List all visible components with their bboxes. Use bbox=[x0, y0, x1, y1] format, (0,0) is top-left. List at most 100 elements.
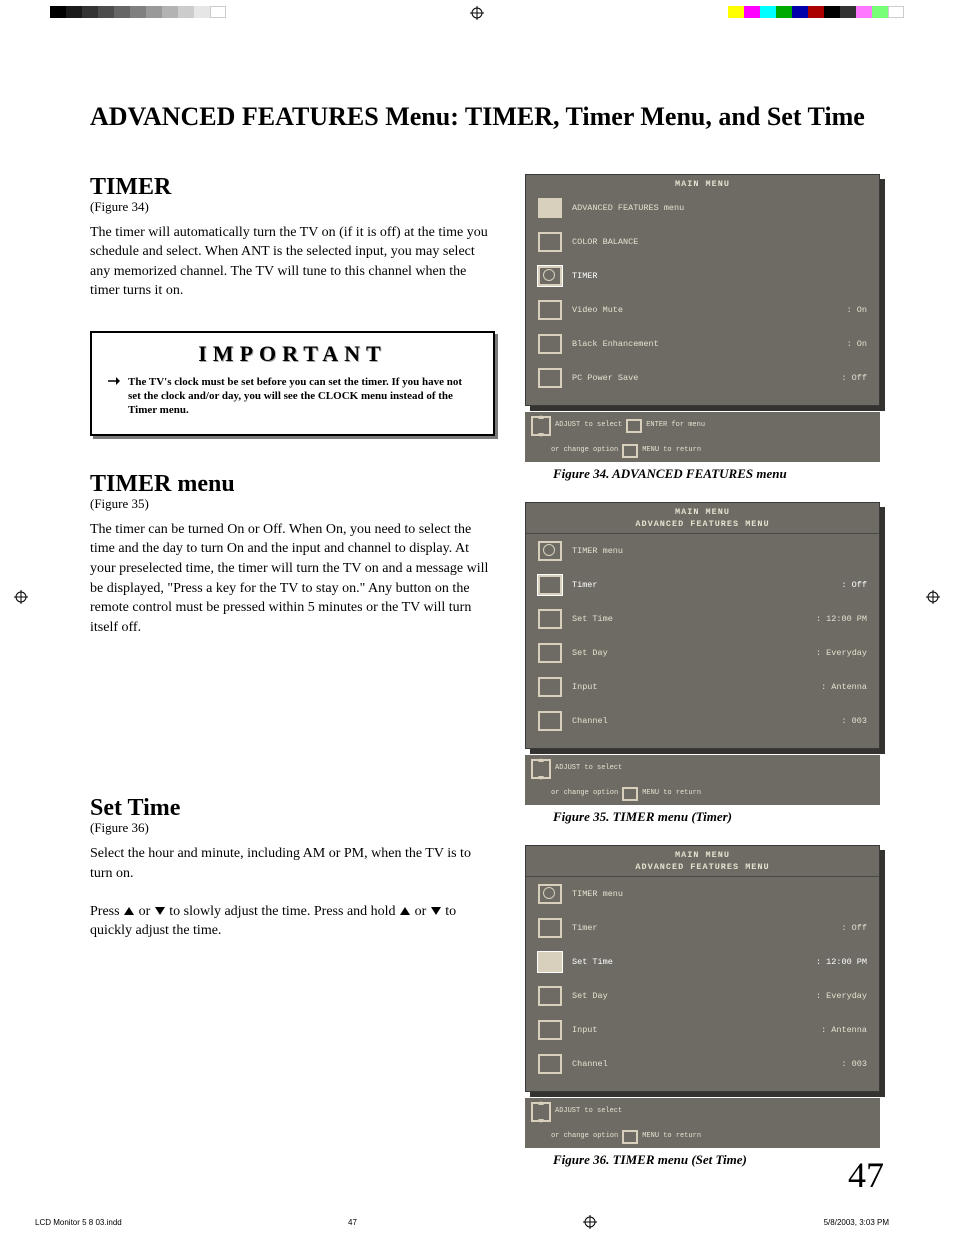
figure-caption: Figure 35. TIMER menu (Timer) bbox=[553, 809, 880, 825]
important-text: The TV's clock must be set before you ca… bbox=[128, 376, 462, 417]
figure-ref: (Figure 35) bbox=[90, 496, 495, 512]
menu-icon bbox=[538, 952, 562, 972]
clock-icon bbox=[538, 541, 562, 561]
osd-help-bar: ADJUST to select or change option MENU t… bbox=[525, 1098, 880, 1148]
figure-ref: (Figure 36) bbox=[90, 820, 495, 836]
arrow-down-icon bbox=[155, 907, 165, 915]
section-heading-timer: TIMER bbox=[90, 174, 495, 201]
arrow-up-icon bbox=[400, 907, 410, 915]
arrow-up-icon bbox=[124, 907, 134, 915]
figure-caption: Figure 34. ADVANCED FEATURES menu bbox=[553, 466, 880, 482]
osd-item: Video Mute bbox=[572, 306, 837, 315]
osd-item: PC Power Save bbox=[572, 374, 831, 383]
body-text: Select the hour and minute, including AM… bbox=[90, 844, 495, 883]
important-callout: IMPORTANT The TV's clock must be set bef… bbox=[90, 331, 495, 436]
menu-icon bbox=[538, 1054, 562, 1074]
osd-item: Set Day bbox=[572, 649, 806, 658]
body-text: The timer will automatically turn the TV… bbox=[90, 223, 495, 301]
arrow-right-icon bbox=[108, 375, 120, 387]
osd-value: : Off bbox=[841, 374, 867, 383]
menu-icon bbox=[538, 334, 562, 354]
dpad-icon bbox=[531, 759, 551, 779]
osd-value: : Off bbox=[841, 581, 867, 590]
osd-item: TIMER menu bbox=[572, 547, 867, 556]
osd-value: : 003 bbox=[841, 717, 867, 726]
osd-value: : 12:00 PM bbox=[816, 615, 867, 624]
registration-mark-icon bbox=[470, 6, 484, 20]
body-text: The timer can be turned On or Off. When … bbox=[90, 520, 495, 638]
osd-screenshot-fig34: MAIN MENU ADVANCED FEATURES menu COLOR B… bbox=[525, 174, 880, 463]
print-footer: LCD Monitor 5 8 03.indd 47 5/8/2003, 3:0… bbox=[35, 1215, 889, 1229]
menu-icon bbox=[538, 232, 562, 252]
osd-title: MAIN MENU bbox=[526, 503, 879, 520]
figure-ref: (Figure 34) bbox=[90, 199, 495, 215]
section-heading-set-time: Set Time bbox=[90, 795, 495, 822]
osd-subtitle: ADVANCED FEATURES MENU bbox=[526, 520, 879, 535]
clock-icon bbox=[538, 884, 562, 904]
important-heading: IMPORTANT bbox=[92, 333, 493, 371]
osd-value: : Everyday bbox=[816, 649, 867, 658]
footer-date: 5/8/2003, 3:03 PM bbox=[824, 1218, 889, 1227]
menu-icon bbox=[622, 444, 638, 458]
osd-screenshot-fig35: MAIN MENU ADVANCED FEATURES MENU TIMER m… bbox=[525, 502, 880, 805]
enter-icon bbox=[626, 419, 642, 433]
menu-icon bbox=[538, 643, 562, 663]
osd-item: TIMER bbox=[572, 272, 867, 281]
registration-mark-icon bbox=[583, 1215, 597, 1229]
osd-item: Black Enhancement bbox=[572, 340, 837, 349]
body-text: Press or to slowly adjust the time. Pres… bbox=[90, 902, 495, 941]
osd-help-bar: ADJUST to select ENTER for menu or chang… bbox=[525, 412, 880, 462]
osd-value: : Antenna bbox=[821, 683, 867, 692]
osd-item: Timer bbox=[572, 581, 831, 590]
osd-item: Input bbox=[572, 683, 811, 692]
osd-item: Set Time bbox=[572, 615, 806, 624]
menu-icon bbox=[622, 787, 638, 801]
menu-icon bbox=[622, 1130, 638, 1144]
section-heading-timer-menu: TIMER menu bbox=[90, 471, 495, 498]
osd-item: Channel bbox=[572, 717, 831, 726]
menu-icon bbox=[538, 711, 562, 731]
osd-screenshot-fig36: MAIN MENU ADVANCED FEATURES MENU TIMER m… bbox=[525, 845, 880, 1148]
cmyk-bar-right bbox=[728, 6, 904, 18]
osd-value: : 003 bbox=[841, 1060, 867, 1069]
osd-item: TIMER menu bbox=[572, 890, 867, 899]
clock-icon bbox=[538, 266, 562, 286]
osd-title: MAIN MENU bbox=[526, 846, 879, 863]
menu-icon bbox=[538, 986, 562, 1006]
osd-item: Input bbox=[572, 1026, 811, 1035]
osd-value: : On bbox=[847, 340, 867, 349]
footer-filename: LCD Monitor 5 8 03.indd bbox=[35, 1218, 122, 1227]
important-body: The TV's clock must be set before you ca… bbox=[92, 371, 493, 434]
osd-value: : 12:00 PM bbox=[816, 958, 867, 967]
osd-item: COLOR BALANCE bbox=[572, 238, 867, 247]
osd-help-bar: ADJUST to select or change option MENU t… bbox=[525, 755, 880, 805]
dpad-icon bbox=[531, 416, 551, 436]
menu-icon bbox=[538, 198, 562, 218]
osd-subtitle: ADVANCED FEATURES MENU bbox=[526, 863, 879, 878]
osd-item: Set Time bbox=[572, 958, 806, 967]
menu-icon bbox=[538, 300, 562, 320]
menu-icon bbox=[538, 575, 562, 595]
osd-item: Channel bbox=[572, 1060, 831, 1069]
print-color-bars bbox=[0, 0, 954, 26]
footer-page: 47 bbox=[348, 1218, 357, 1227]
osd-value: : Antenna bbox=[821, 1026, 867, 1035]
arrow-down-icon bbox=[431, 907, 441, 915]
figure-caption: Figure 36. TIMER menu (Set Time) bbox=[553, 1152, 880, 1168]
dpad-icon bbox=[531, 1102, 551, 1122]
menu-icon bbox=[538, 918, 562, 938]
cmyk-bar-left bbox=[50, 6, 226, 18]
osd-item: ADVANCED FEATURES menu bbox=[572, 204, 867, 213]
osd-value: : On bbox=[847, 306, 867, 315]
menu-icon bbox=[538, 677, 562, 697]
menu-icon bbox=[538, 368, 562, 388]
page-title: ADVANCED FEATURES Menu: TIMER, Timer Men… bbox=[90, 101, 889, 134]
menu-icon bbox=[538, 1020, 562, 1040]
osd-value: : Everyday bbox=[816, 992, 867, 1001]
page-number: 47 bbox=[848, 1154, 884, 1196]
menu-icon bbox=[538, 609, 562, 629]
osd-value: : Off bbox=[841, 924, 867, 933]
osd-title: MAIN MENU bbox=[526, 175, 879, 192]
osd-item: Timer bbox=[572, 924, 831, 933]
osd-item: Set Day bbox=[572, 992, 806, 1001]
